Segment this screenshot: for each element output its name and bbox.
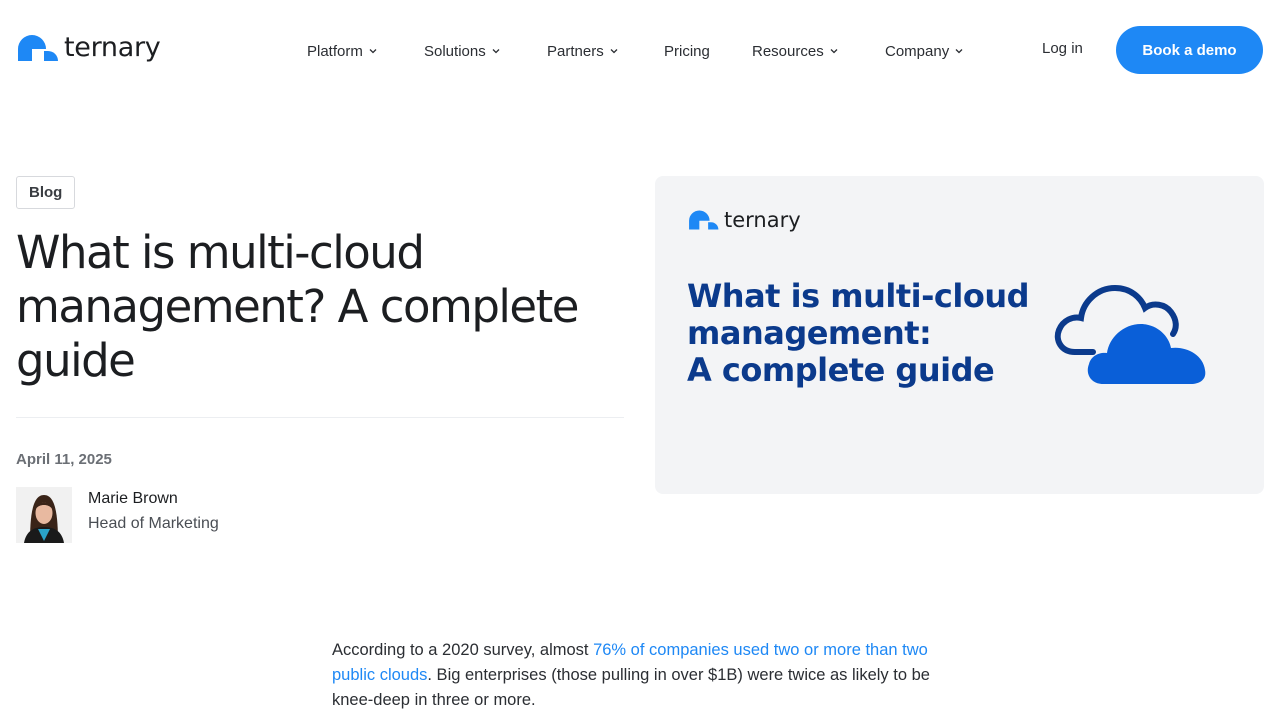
- logo-wordmark: ternary: [64, 32, 161, 63]
- cloud-icon: [1054, 284, 1206, 384]
- chevron-down-icon: [610, 49, 618, 54]
- author-name[interactable]: Marie Brown: [88, 490, 178, 508]
- author-avatar: [16, 487, 72, 543]
- chevron-down-icon: [492, 49, 500, 54]
- author-photo: [16, 487, 72, 543]
- ternary-logo-icon: [18, 34, 58, 61]
- card-title-line: A complete guide: [687, 351, 995, 389]
- ternary-logo-icon: [689, 210, 719, 230]
- card-logo-wordmark: ternary: [724, 208, 801, 232]
- nav-label: Partners: [547, 42, 604, 60]
- intro-text: According to a 2020 survey, almost: [332, 641, 594, 659]
- category-tag[interactable]: Blog: [16, 176, 76, 209]
- article-title: What is multi-cloud management? A comple…: [16, 226, 579, 387]
- divider: [16, 417, 624, 418]
- nav-label: Company: [885, 42, 950, 60]
- article-intro: According to a 2020 survey, almost 76% o…: [332, 638, 952, 713]
- card-title: What is multi-cloud management: A comple…: [687, 278, 1047, 389]
- publish-date: April 11, 2025: [16, 451, 112, 468]
- chevron-down-icon: [830, 49, 838, 54]
- nav-label: Platform: [307, 42, 363, 60]
- nav-company[interactable]: Company: [885, 43, 963, 60]
- login-link[interactable]: Log in: [1042, 40, 1083, 57]
- nav-partners[interactable]: Partners: [547, 43, 618, 60]
- nav-label: Pricing: [664, 42, 710, 60]
- chevron-down-icon: [369, 49, 377, 54]
- ternary-logo[interactable]: ternary: [16, 32, 161, 63]
- nav-pricing[interactable]: Pricing: [664, 43, 710, 60]
- nav-solutions[interactable]: Solutions: [424, 43, 500, 60]
- chevron-down-icon: [955, 49, 963, 54]
- card-title-line: management:: [687, 314, 932, 352]
- nav-resources[interactable]: Resources: [752, 43, 838, 60]
- nav-label: Solutions: [424, 42, 486, 60]
- book-demo-button[interactable]: Book a demo: [1116, 26, 1263, 74]
- nav-platform[interactable]: Platform: [307, 43, 377, 60]
- card-title-line: What is multi-cloud: [687, 277, 1030, 315]
- site-header: ternary Platform Solutions Partners Pric…: [0, 0, 1280, 100]
- hero-image-card: ternary What is multi-cloud management: …: [655, 176, 1264, 494]
- nav-label: Resources: [752, 42, 824, 60]
- author-role: Head of Marketing: [88, 515, 219, 532]
- card-logo: ternary: [687, 208, 801, 232]
